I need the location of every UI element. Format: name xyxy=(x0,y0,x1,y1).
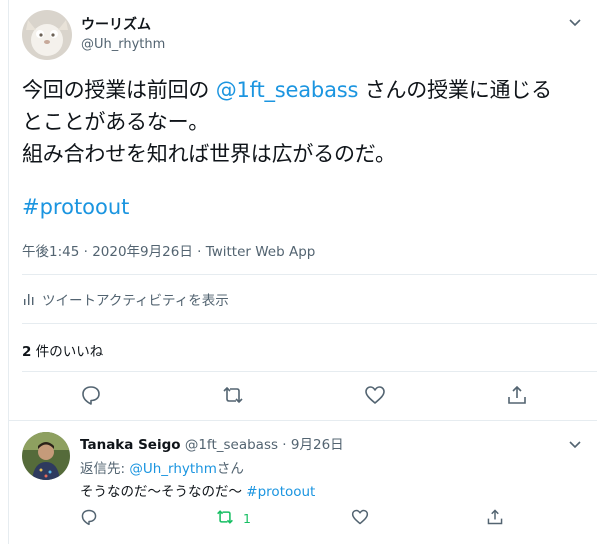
tweet-line-1: 今回の授業は前回の @1ft_seabass さんの授業に通じる xyxy=(22,74,592,106)
tweet-line-1-suffix: さんの授業に通じる xyxy=(358,78,552,102)
hashtag-link[interactable]: #protoout xyxy=(22,195,129,219)
divider xyxy=(22,371,597,372)
reply-author-handle[interactable]: @1ft_seabass xyxy=(185,437,278,453)
reply-header: Tanaka Seigo @1ft_seabass · 9月26日 xyxy=(80,433,344,453)
author-avatar[interactable] xyxy=(22,10,72,60)
tweet-text: 今回の授業は前回の @1ft_seabass さんの授業に通じる とことがあるな… xyxy=(22,74,592,170)
reply-actions: 1 xyxy=(0,508,597,530)
likes-count-link[interactable]: 2 件のいいね xyxy=(22,340,103,360)
tweet-activity-link[interactable]: ツイートアクティビティを表示 xyxy=(22,289,229,309)
reply-icon[interactable] xyxy=(80,508,98,526)
chevron-down-icon[interactable] xyxy=(567,436,583,452)
retweet-icon[interactable] xyxy=(216,508,234,526)
reply-tweet[interactable]: Tanaka Seigo @1ft_seabass · 9月26日 返信先: @… xyxy=(0,422,597,544)
reply-date[interactable]: 9月26日 xyxy=(291,437,344,453)
reply-text: そうなのだ〜そうなのだ〜 #protoout xyxy=(80,480,315,500)
tweet-date[interactable]: 2020年9月26日 xyxy=(92,244,193,260)
reply-to-prefix: 返信先: xyxy=(80,461,130,477)
retweet-count: 1 xyxy=(243,511,251,526)
tweet-line-3: 組み合わせを知れば世界は広がるのだ。 xyxy=(22,142,396,166)
author-name[interactable]: ウーリズム xyxy=(81,14,151,34)
like-icon[interactable] xyxy=(351,508,369,526)
reply-to-suffix: さん xyxy=(216,461,244,477)
reply-icon[interactable] xyxy=(80,384,102,406)
tweet-activity-label: ツイートアクティビティを表示 xyxy=(42,293,229,309)
mention-link[interactable]: @1ft_seabass xyxy=(216,78,359,102)
reply-to-handle[interactable]: @Uh_rhythm xyxy=(129,461,217,477)
meta-separator: · xyxy=(79,244,93,260)
tweet-actions xyxy=(0,384,597,414)
tweet-line-2: とことがあるなー。 xyxy=(22,110,209,134)
reply-to-line: 返信先: @Uh_rhythmさん xyxy=(80,457,244,477)
reply-dot: · xyxy=(278,437,291,453)
share-icon[interactable] xyxy=(506,384,528,406)
divider xyxy=(22,323,597,324)
reply-author-avatar[interactable] xyxy=(22,432,70,480)
tweet-line-1-prefix: 今回の授業は前回の xyxy=(22,78,216,102)
reply-text-body: そうなのだ〜そうなのだ〜 xyxy=(80,484,247,500)
chevron-down-icon[interactable] xyxy=(567,14,583,30)
tweet-time[interactable]: 午後1:45 xyxy=(22,244,79,260)
tweet-source[interactable]: Twitter Web App xyxy=(206,244,316,260)
likes-count: 2 xyxy=(22,344,32,360)
share-icon[interactable] xyxy=(486,508,504,526)
bar-chart-icon xyxy=(22,292,36,306)
meta-separator: · xyxy=(192,244,206,260)
author-handle[interactable]: @Uh_rhythm xyxy=(81,37,165,52)
likes-label: 件のいいね xyxy=(31,344,104,360)
like-icon[interactable] xyxy=(364,384,386,406)
reply-hashtag-link[interactable]: #protoout xyxy=(246,484,315,500)
divider xyxy=(22,274,597,275)
reply-author-name[interactable]: Tanaka Seigo xyxy=(80,437,181,453)
tweet-meta: 午後1:45 · 2020年9月26日 · Twitter Web App xyxy=(22,240,315,260)
retweet-icon[interactable] xyxy=(222,384,244,406)
divider xyxy=(8,420,597,421)
